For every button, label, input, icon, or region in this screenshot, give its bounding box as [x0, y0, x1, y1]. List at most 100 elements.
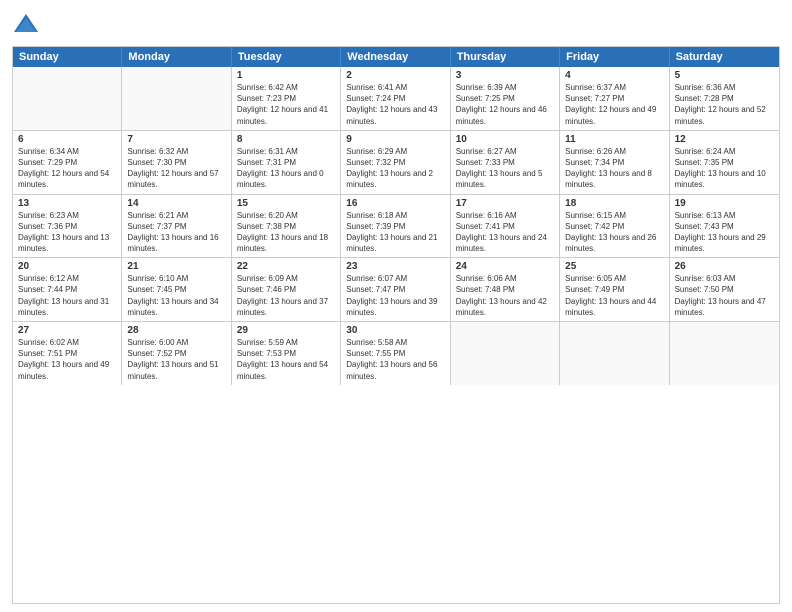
day-number: 12 [675, 134, 774, 145]
sunrise: Sunrise: 6:03 AM [675, 274, 736, 283]
sunrise: Sunrise: 6:39 AM [456, 83, 517, 92]
calendar-empty [670, 322, 779, 385]
sunset: Sunset: 7:28 PM [675, 94, 734, 103]
sunset: Sunset: 7:49 PM [565, 285, 624, 294]
daylight: Daylight: 12 hours and 52 minutes. [675, 105, 766, 125]
day-number: 9 [346, 134, 444, 145]
sunset: Sunset: 7:53 PM [237, 349, 296, 358]
sunrise: Sunrise: 6:20 AM [237, 211, 298, 220]
calendar-empty [13, 67, 122, 130]
calendar-day: 25Sunrise: 6:05 AMSunset: 7:49 PMDayligh… [560, 258, 669, 321]
calendar-empty [122, 67, 231, 130]
day-number: 19 [675, 198, 774, 209]
page: SundayMondayTuesdayWednesdayThursdayFrid… [0, 0, 792, 612]
weekday-header: Friday [560, 47, 669, 67]
daylight: Daylight: 13 hours and 56 minutes. [346, 360, 437, 380]
calendar-day: 8Sunrise: 6:31 AMSunset: 7:31 PMDaylight… [232, 131, 341, 194]
sunset: Sunset: 7:29 PM [18, 158, 77, 167]
daylight: Daylight: 13 hours and 2 minutes. [346, 169, 433, 189]
calendar-row: 13Sunrise: 6:23 AMSunset: 7:36 PMDayligh… [13, 194, 779, 258]
day-number: 13 [18, 198, 116, 209]
sunrise: Sunrise: 6:13 AM [675, 211, 736, 220]
day-number: 24 [456, 261, 554, 272]
day-info: Sunrise: 6:26 AMSunset: 7:34 PMDaylight:… [565, 146, 663, 191]
sunrise: Sunrise: 6:18 AM [346, 211, 407, 220]
sunrise: Sunrise: 6:06 AM [456, 274, 517, 283]
sunset: Sunset: 7:27 PM [565, 94, 624, 103]
sunset: Sunset: 7:50 PM [675, 285, 734, 294]
day-number: 10 [456, 134, 554, 145]
calendar-day: 17Sunrise: 6:16 AMSunset: 7:41 PMDayligh… [451, 195, 560, 258]
daylight: Daylight: 12 hours and 49 minutes. [565, 105, 656, 125]
weekday-header: Wednesday [341, 47, 450, 67]
calendar-header: SundayMondayTuesdayWednesdayThursdayFrid… [13, 47, 779, 67]
daylight: Daylight: 13 hours and 34 minutes. [127, 297, 218, 317]
day-info: Sunrise: 6:34 AM Sunset: 7:29 PM Daylight:… [18, 146, 116, 191]
calendar-day: 3Sunrise: 6:39 AMSunset: 7:25 PMDaylight… [451, 67, 560, 130]
day-info: Sunrise: 6:06 AM Sunset: 7:48 PM Daylight:… [456, 273, 554, 318]
daylight: Daylight: 13 hours and 42 minutes. [456, 297, 547, 317]
day-info: Sunrise: 6:09 AMSunset: 7:46 PMDaylight:… [237, 273, 335, 318]
day-info: Sunrise: 6:13 AMSunset: 7:43 PMDaylight:… [675, 210, 774, 255]
calendar-day: 13Sunrise: 6:23 AMSunset: 7:36 PMDayligh… [13, 195, 122, 258]
calendar-body: 1Sunrise: 6:42 AMSunset: 7:23 PMDaylight… [13, 67, 779, 385]
calendar-row: 20Sunrise: 6:12 AMSunset: 7:44 PMDayligh… [13, 257, 779, 321]
sunset: Sunset: 7:23 PM [237, 94, 296, 103]
day-info: Sunrise: 6:37 AMSunset: 7:27 PMDaylight:… [565, 82, 663, 127]
day-info: Sunrise: 6:36 AM Sunset: 7:28 PM Daylight:… [675, 82, 774, 127]
day-info: Sunrise: 5:58 AMSunset: 7:55 PMDaylight:… [346, 337, 444, 382]
sunset: Sunset: 7:48 PM [456, 285, 515, 294]
daylight: Daylight: 13 hours and 16 minutes. [127, 233, 218, 253]
sunrise: Sunrise: 6:36 AM [675, 83, 736, 92]
sunset: Sunset: 7:52 PM [127, 349, 186, 358]
sunrise: Sunrise: 6:34 AM [18, 147, 79, 156]
sunrise: Sunrise: 6:10 AM [127, 274, 188, 283]
calendar-day: 14Sunrise: 6:21 AMSunset: 7:37 PMDayligh… [122, 195, 231, 258]
day-number: 4 [565, 70, 663, 81]
sunrise: Sunrise: 6:02 AM [18, 338, 79, 347]
sunrise: Sunrise: 6:23 AM [18, 211, 79, 220]
sunset: Sunset: 7:25 PM [456, 94, 515, 103]
sunrise: Sunrise: 6:09 AM [237, 274, 298, 283]
sunset: Sunset: 7:44 PM [18, 285, 77, 294]
day-info: Sunrise: 6:21 AMSunset: 7:37 PMDaylight:… [127, 210, 225, 255]
sunrise: Sunrise: 6:29 AM [346, 147, 407, 156]
day-number: 7 [127, 134, 225, 145]
day-number: 14 [127, 198, 225, 209]
daylight: Daylight: 13 hours and 21 minutes. [346, 233, 437, 253]
day-number: 11 [565, 134, 663, 145]
day-number: 8 [237, 134, 335, 145]
sunset: Sunset: 7:34 PM [565, 158, 624, 167]
header [12, 10, 780, 38]
day-info: Sunrise: 6:27 AMSunset: 7:33 PMDaylight:… [456, 146, 554, 191]
calendar-day: 11Sunrise: 6:26 AMSunset: 7:34 PMDayligh… [560, 131, 669, 194]
sunset: Sunset: 7:39 PM [346, 222, 405, 231]
sunrise: Sunrise: 6:21 AM [127, 211, 188, 220]
calendar-day: 15Sunrise: 6:20 AMSunset: 7:38 PMDayligh… [232, 195, 341, 258]
sunrise: Sunrise: 5:59 AM [237, 338, 298, 347]
sunset: Sunset: 7:38 PM [237, 222, 296, 231]
sunset: Sunset: 7:30 PM [127, 158, 186, 167]
sunrise: Sunrise: 6:32 AM [127, 147, 188, 156]
sunrise: Sunrise: 6:41 AM [346, 83, 407, 92]
daylight: Daylight: 13 hours and 47 minutes. [675, 297, 766, 317]
daylight: Daylight: 13 hours and 0 minutes. [237, 169, 324, 189]
sunset: Sunset: 7:35 PM [675, 158, 734, 167]
calendar-day: 23Sunrise: 6:07 AMSunset: 7:47 PMDayligh… [341, 258, 450, 321]
calendar-day: 24 Sunrise: 6:06 AM Sunset: 7:48 PM Dayligh… [451, 258, 560, 321]
day-info: Sunrise: 6:12 AMSunset: 7:44 PMDaylight:… [18, 273, 116, 318]
sunrise: Sunrise: 6:31 AM [237, 147, 298, 156]
day-info: Sunrise: 6:23 AMSunset: 7:36 PMDaylight:… [18, 210, 116, 255]
daylight: Daylight: 12 hours and 54 minutes. [18, 169, 109, 189]
sunrise: Sunrise: 6:42 AM [237, 83, 298, 92]
calendar-day: 18Sunrise: 6:15 AMSunset: 7:42 PMDayligh… [560, 195, 669, 258]
calendar-day: 2Sunrise: 6:41 AMSunset: 7:24 PMDaylight… [341, 67, 450, 130]
sunset: Sunset: 7:55 PM [346, 349, 405, 358]
daylight: Daylight: 12 hours and 41 minutes. [237, 105, 328, 125]
weekday-header: Tuesday [232, 47, 341, 67]
calendar-day: 6Sunrise: 6:34 AMSunset: 7:29 PMDaylight… [13, 131, 122, 194]
calendar-day: 21Sunrise: 6:10 AMSunset: 7:45 PMDayligh… [122, 258, 231, 321]
day-info: Sunrise: 6:18 AM Sunset: 7:39 PM Daylight:… [346, 210, 444, 255]
calendar-day: 7Sunrise: 6:32 AMSunset: 7:30 PMDaylight… [122, 131, 231, 194]
day-number: 5 [675, 70, 774, 81]
